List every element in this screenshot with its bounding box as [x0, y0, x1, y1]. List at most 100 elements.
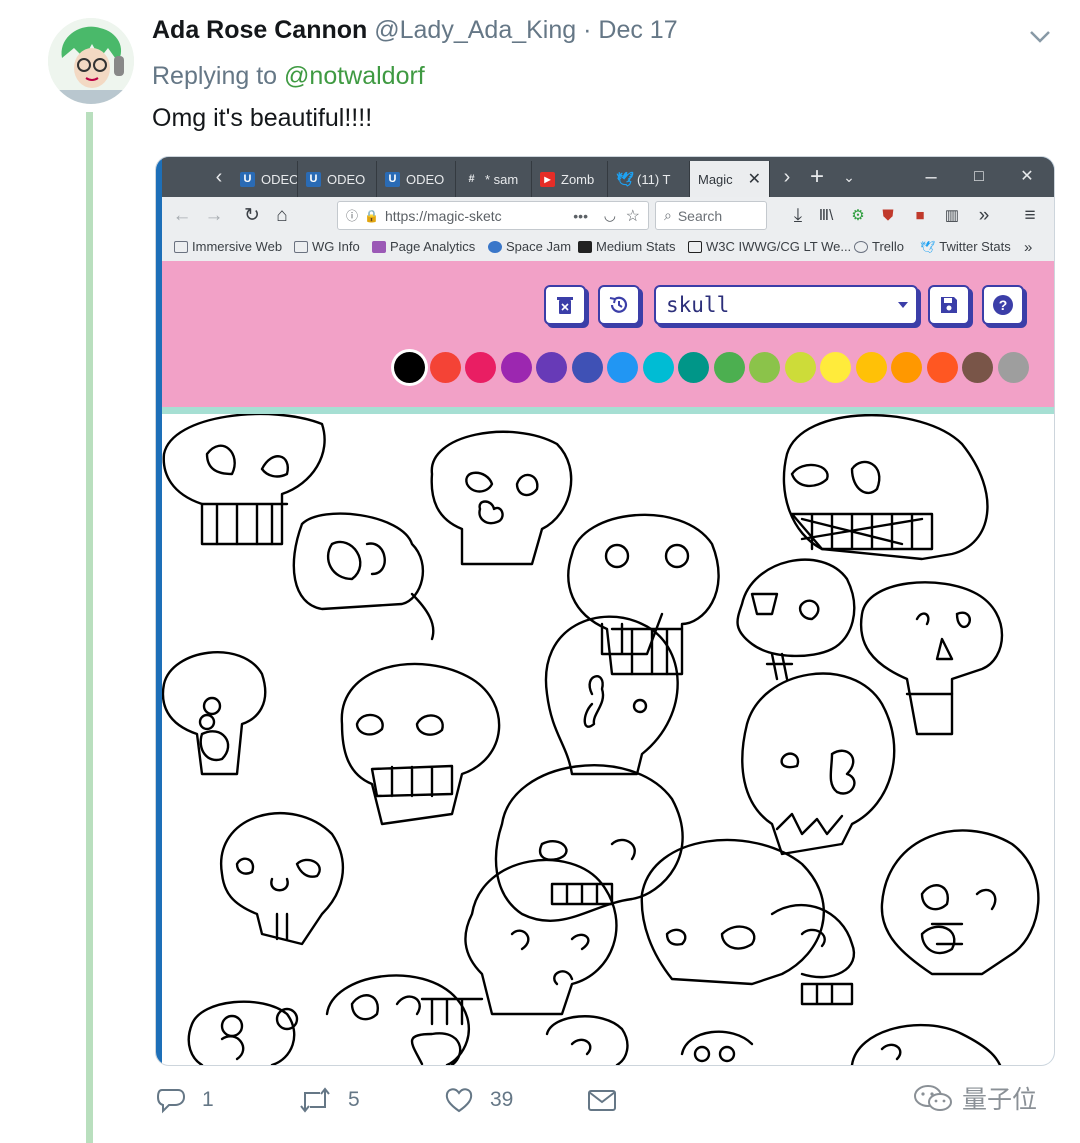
- browser-window: ‹ U ODEO U ODEO U ODEO # * sam ▶ Zomb 🕊 …: [156, 157, 1054, 1065]
- tweet-date[interactable]: Dec 17: [598, 16, 677, 44]
- like-button[interactable]: 39: [444, 1086, 513, 1114]
- home-icon[interactable]: ⌂: [270, 204, 294, 228]
- ublock-icon[interactable]: ⛊: [876, 204, 900, 228]
- tab-label: (11) T: [637, 171, 671, 187]
- clear-button[interactable]: [544, 285, 586, 325]
- color-swatch[interactable]: [571, 352, 603, 383]
- bookmark-label: Immersive Web: [192, 239, 283, 254]
- bookmark-twitter-stats[interactable]: 🕊 Twitter Stats: [920, 239, 1011, 254]
- extension-icon[interactable]: ⚙: [846, 204, 870, 228]
- category-select[interactable]: skull: [654, 285, 918, 325]
- search-input[interactable]: ⌕ Search: [655, 201, 767, 230]
- handle[interactable]: @Lady_Ada_King: [374, 16, 576, 44]
- tab-label: ODEO: [327, 171, 366, 187]
- page-actions-icon[interactable]: •••: [573, 208, 588, 224]
- back-icon[interactable]: ←: [170, 204, 194, 228]
- color-swatch[interactable]: [926, 352, 958, 383]
- bookmark-wg-info[interactable]: WG Info: [294, 239, 360, 254]
- like-count: 39: [490, 1088, 514, 1111]
- trash-icon: [557, 297, 573, 314]
- bookmark-medium-stats[interactable]: Medium Stats: [578, 239, 675, 254]
- overflow-icon[interactable]: »: [972, 204, 996, 228]
- drawing-canvas[interactable]: [161, 412, 1054, 1065]
- help-icon: ?: [993, 295, 1013, 315]
- replying-to-link[interactable]: @notwaldorf: [284, 62, 425, 90]
- color-swatch[interactable]: [465, 352, 496, 383]
- color-swatch[interactable]: [962, 352, 993, 383]
- sidebar-icon[interactable]: ▥: [940, 204, 964, 228]
- avatar[interactable]: [48, 18, 134, 104]
- color-swatch[interactable]: [997, 352, 1029, 383]
- tab-slack[interactable]: # * sam: [456, 161, 532, 197]
- color-swatch[interactable]: [429, 352, 461, 383]
- tweet-header: Ada Rose Cannon @Lady_Ada_King · Dec 17: [152, 16, 678, 45]
- maximize-icon[interactable]: □: [966, 165, 992, 189]
- retry-button[interactable]: [598, 285, 640, 325]
- tab-odeo-2[interactable]: U ODEO: [298, 161, 377, 197]
- tab-youtube[interactable]: ▶ Zomb: [532, 161, 608, 197]
- odeo-icon: U: [385, 171, 400, 187]
- library-icon[interactable]: Ⅲ\: [814, 204, 838, 228]
- new-tab-icon[interactable]: +: [804, 165, 830, 189]
- help-button[interactable]: ?: [982, 285, 1024, 325]
- globe-icon: [488, 240, 502, 253]
- reply-icon: [156, 1089, 186, 1114]
- reload-icon[interactable]: ↻: [240, 204, 264, 228]
- bookmark-trello[interactable]: Trello: [854, 239, 904, 254]
- tweet-text: Omg it's beautiful!!!!: [152, 104, 373, 132]
- tab-twitter[interactable]: 🕊 (11) T: [608, 161, 690, 197]
- color-swatch[interactable]: [500, 352, 532, 383]
- tab-label: Zomb: [561, 171, 595, 187]
- pocket-icon[interactable]: ◡: [604, 207, 616, 224]
- thread-line: [86, 112, 93, 1143]
- twitter-icon: 🕊: [616, 170, 634, 187]
- category-value: skull: [666, 293, 730, 317]
- close-window-icon[interactable]: ✕: [1014, 165, 1040, 189]
- youtube-icon: ▶: [540, 171, 555, 187]
- color-swatch[interactable]: [642, 352, 674, 383]
- color-swatch[interactable]: [394, 352, 425, 383]
- tab-odeo-3[interactable]: U ODEO: [377, 161, 456, 197]
- retweet-button[interactable]: 5: [298, 1086, 360, 1114]
- tab-list-chevron-icon[interactable]: ⌄: [836, 165, 862, 189]
- color-swatch[interactable]: [713, 352, 745, 383]
- tab-scroll-right-icon[interactable]: ›: [774, 165, 800, 189]
- bookmark-immersive-web[interactable]: Immersive Web: [174, 239, 282, 254]
- magic-sketchpad-app: skull ?: [161, 261, 1054, 1065]
- watermark: 量子位: [912, 1080, 1037, 1116]
- color-swatch[interactable]: [536, 352, 567, 383]
- color-swatch[interactable]: [607, 352, 638, 383]
- display-name[interactable]: Ada Rose Cannon: [152, 16, 367, 44]
- color-swatch[interactable]: [749, 352, 780, 383]
- pen-extension-icon[interactable]: ■: [908, 204, 932, 228]
- minimize-icon[interactable]: –: [918, 165, 944, 189]
- bookmark-space-jam[interactable]: Space Jam: [488, 239, 571, 254]
- close-tab-icon[interactable]: ✕: [748, 169, 761, 189]
- retweet-count: 5: [348, 1088, 360, 1111]
- download-icon[interactable]: ⤓: [786, 204, 810, 228]
- direct-message-button[interactable]: [586, 1086, 618, 1114]
- bookmark-page-analytics[interactable]: Page Analytics: [372, 239, 475, 254]
- color-swatch[interactable]: [855, 352, 887, 383]
- bookmark-w3c[interactable]: W3C IWWG/CG LT We...: [688, 239, 851, 254]
- color-swatch[interactable]: [784, 352, 816, 383]
- bookmark-star-icon[interactable]: ☆: [626, 206, 640, 226]
- color-swatch[interactable]: [820, 352, 851, 383]
- info-icon[interactable]: ⓘ: [346, 207, 358, 224]
- color-swatch[interactable]: [678, 352, 709, 383]
- folder-icon: [174, 240, 188, 253]
- reply-button[interactable]: 1: [156, 1086, 214, 1114]
- forward-icon[interactable]: →: [202, 204, 226, 228]
- url-bar[interactable]: ⓘ 🔒 https://magic-sketc ••• ◡ ☆: [337, 201, 649, 230]
- bookmarks-overflow-icon[interactable]: »: [1024, 239, 1032, 256]
- save-button[interactable]: [928, 285, 970, 325]
- tab-scroll-left-icon[interactable]: ‹: [206, 165, 232, 189]
- tab-bar: ‹ U ODEO U ODEO U ODEO # * sam ▶ Zomb 🕊 …: [162, 157, 1054, 197]
- menu-icon[interactable]: ≡: [1018, 204, 1042, 228]
- tab-magic-sketchpad[interactable]: Magic ✕: [690, 161, 770, 197]
- tweet-media[interactable]: ‹ U ODEO U ODEO U ODEO # * sam ▶ Zomb 🕊 …: [155, 156, 1055, 1066]
- color-swatch[interactable]: [891, 352, 922, 383]
- bookmark-label: Page Analytics: [390, 239, 476, 254]
- tab-odeo-1[interactable]: U ODEO: [232, 161, 298, 197]
- chevron-down-icon[interactable]: [1026, 22, 1054, 50]
